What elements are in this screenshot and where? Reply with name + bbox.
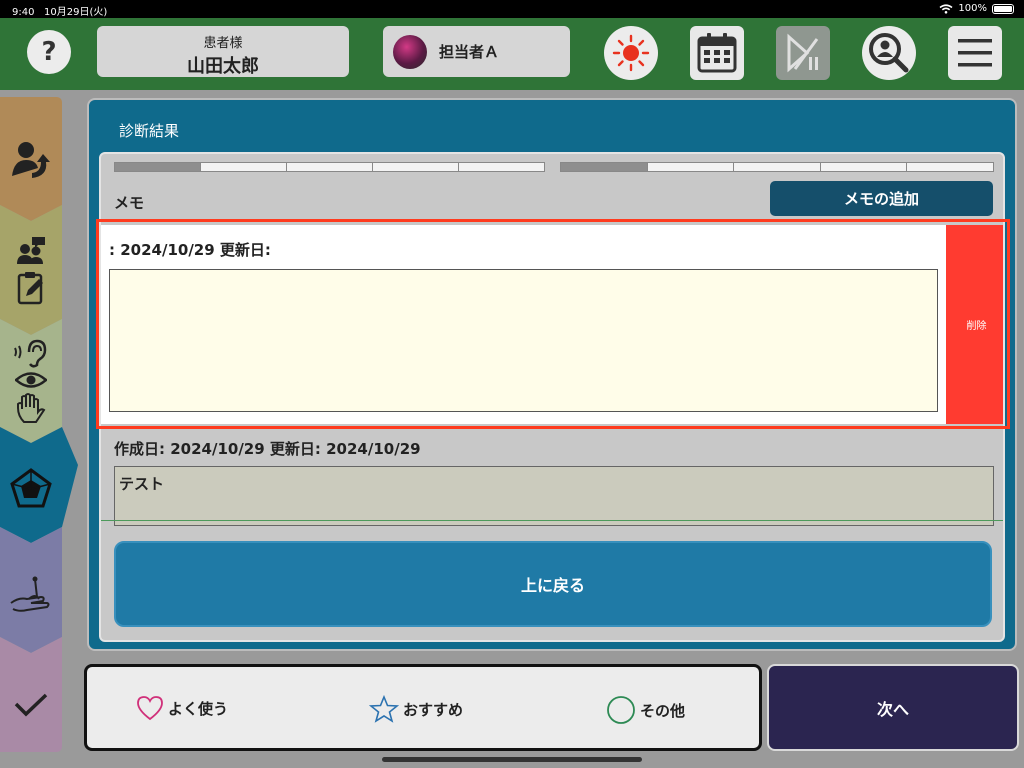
memo-text-field[interactable]: テスト — [114, 466, 994, 526]
staff-name: 担当者Ａ — [439, 43, 500, 61]
patient-label: 患者様 — [203, 36, 243, 51]
sidebar-item-handover[interactable] — [0, 127, 62, 193]
app-header: ? 患者様 山田太郎 担当者Ａ — [0, 18, 1024, 90]
sidebar-item-treatment[interactable] — [0, 557, 62, 633]
tab-segment-right[interactable] — [560, 162, 994, 172]
heart-icon — [137, 696, 163, 721]
sidebar-item-interview[interactable] — [0, 225, 62, 315]
sidebar-item-done[interactable] — [0, 671, 62, 741]
sun-icon — [612, 34, 650, 72]
circle-icon — [607, 696, 635, 724]
next-button[interactable]: 次へ — [767, 664, 1019, 751]
favorites-button[interactable]: よく使う — [136, 695, 228, 721]
favorites-label: よく使う — [168, 699, 229, 718]
check-icon — [14, 693, 48, 717]
wifi-icon — [939, 3, 953, 14]
memo-text-field[interactable] — [109, 269, 938, 412]
sidebar-item-diagnosis[interactable] — [0, 453, 62, 523]
help-button[interactable]: ? — [27, 30, 71, 74]
memo-dates: 作成日: 2024/10/29 更新日: 2024/10/29 — [114, 440, 421, 458]
diagnosis-panel: 診断結果 メモ メモの追加 : 2024/10/29 更新日: 削除 作成日: … — [87, 98, 1017, 651]
recommended-button[interactable]: おすすめ — [369, 695, 463, 723]
sidebar-item-senses[interactable] — [0, 333, 62, 429]
segment[interactable] — [734, 163, 821, 171]
user-search-button[interactable] — [862, 26, 916, 80]
user-search-icon — [869, 33, 909, 73]
page-title: 診断結果 — [119, 122, 180, 140]
sun-button[interactable] — [604, 26, 658, 80]
segment[interactable] — [373, 163, 459, 171]
back-to-top-button[interactable]: 上に戻る — [114, 541, 992, 627]
acupuncture-hand-icon — [10, 576, 50, 612]
status-time: 9:40 10月29日(火) — [12, 7, 108, 18]
memo-label: メモ — [114, 194, 145, 212]
other-button[interactable]: その他 — [606, 695, 685, 725]
pentagon-chart-icon — [10, 468, 52, 508]
recommended-label: おすすめ — [403, 700, 464, 719]
status-right: 100% — [939, 3, 1014, 14]
memo-card: : 2024/10/29 更新日: 削除 — [101, 225, 1003, 424]
calendar-icon — [697, 33, 737, 73]
battery-percent: 100% — [958, 3, 987, 14]
ear-icon — [14, 339, 47, 368]
status-bar: 9:40 10月29日(火) 100% — [0, 0, 1024, 18]
segment[interactable] — [821, 163, 908, 171]
segment[interactable] — [561, 163, 648, 171]
segment[interactable] — [459, 163, 544, 171]
play-pause-icon — [787, 33, 819, 73]
battery-icon — [992, 3, 1014, 14]
delete-button[interactable]: 削除 — [946, 225, 1003, 424]
calendar-button[interactable] — [690, 26, 744, 80]
filter-bar: よく使う おすすめ その他 — [84, 664, 762, 751]
people-chat-icon — [17, 237, 45, 264]
patient-button[interactable]: 患者様 山田太郎 — [97, 26, 349, 77]
segment[interactable] — [201, 163, 287, 171]
add-memo-button[interactable]: メモの追加 — [770, 181, 993, 216]
menu-icon — [958, 39, 992, 67]
hand-icon — [17, 393, 46, 423]
star-icon — [369, 695, 399, 723]
other-label: その他 — [640, 701, 686, 720]
segment[interactable] — [115, 163, 201, 171]
eye-icon — [15, 372, 47, 388]
help-icon: ? — [41, 37, 57, 67]
staff-button[interactable]: 担当者Ａ — [383, 26, 570, 77]
menu-button[interactable] — [948, 26, 1002, 80]
tab-segment-left[interactable] — [114, 162, 545, 172]
home-indicator — [382, 757, 642, 762]
patient-name: 山田太郎 — [187, 56, 259, 77]
memo-dates: : 2024/10/29 更新日: — [109, 241, 271, 259]
play-pause-button[interactable] — [776, 26, 830, 80]
segment[interactable] — [907, 163, 993, 171]
person-arrow-icon — [12, 142, 50, 178]
segment[interactable] — [648, 163, 735, 171]
sidebar — [0, 97, 78, 752]
memo-area: メモ メモの追加 : 2024/10/29 更新日: 削除 作成日: 2024/… — [99, 152, 1005, 642]
divider — [101, 520, 1003, 521]
clipboard-edit-icon — [17, 272, 43, 305]
segment[interactable] — [287, 163, 373, 171]
avatar — [393, 34, 427, 69]
